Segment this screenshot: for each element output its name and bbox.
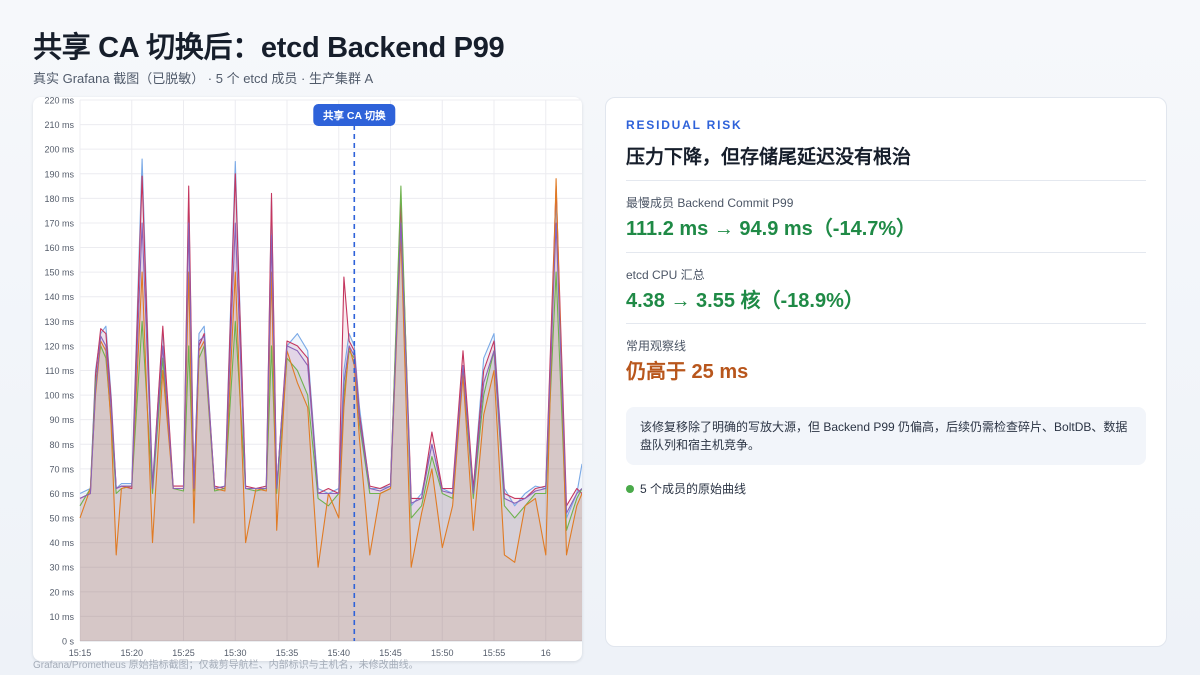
latency-chart: 0 s 10 ms 20 ms 30 ms 40 ms 50 ms 60 ms 70 ms 80… xyxy=(44,97,582,658)
metric-label-watch-line: 常用观察线 xyxy=(626,339,687,353)
metric-label-commit-p99: 最慢成员 Backend Commit P99 xyxy=(626,196,794,210)
metric-value-cpu: 4.38 → 3.55 核（-18.9%） xyxy=(626,290,864,312)
remediation-note: 该修复移除了明确的写放大源，但 Backend P99 仍偏高，后续仍需检查碎片… xyxy=(626,407,1146,465)
y-tick-label: 220 ms xyxy=(44,97,74,106)
x-tick-label: 16 xyxy=(541,648,551,658)
y-tick-label: 160 ms xyxy=(44,243,74,253)
y-tick-label: 210 ms xyxy=(44,120,74,130)
x-tick-label: 15:50 xyxy=(431,648,454,658)
y-tick-label: 180 ms xyxy=(44,194,74,204)
y-tick-label: 110 ms xyxy=(45,366,74,376)
x-tick-label: 15:55 xyxy=(483,648,506,658)
y-tick-label: 80 ms xyxy=(49,440,74,450)
y-tick-label: 130 ms xyxy=(44,317,74,327)
legend-label: 5 个成员的原始曲线 xyxy=(640,482,747,496)
page-title: 共享 CA 切换后：etcd Backend P99 xyxy=(33,32,505,64)
series-area xyxy=(80,223,582,641)
metric-label-cpu: etcd CPU 汇总 xyxy=(626,268,705,282)
y-tick-label: 90 ms xyxy=(49,415,74,425)
y-tick-label: 50 ms xyxy=(49,514,74,524)
y-tick-label: 40 ms xyxy=(49,538,74,548)
metric-value-commit-p99: 111.2 ms → 94.9 ms（-14.7%） xyxy=(626,218,917,240)
card-eyebrow: RESIDUAL RISK xyxy=(626,118,743,132)
y-tick-label: 60 ms xyxy=(49,489,74,499)
y-tick-label: 200 ms xyxy=(44,145,74,155)
y-axis: 0 s 10 ms 20 ms 30 ms 40 ms 50 ms 60 ms 70 ms 80… xyxy=(44,97,74,647)
y-tick-label: 140 ms xyxy=(44,292,74,302)
y-tick-label: 100 ms xyxy=(44,391,74,401)
y-tick-label: 30 ms xyxy=(49,563,74,573)
y-tick-label: 20 ms xyxy=(49,587,74,597)
y-tick-label: 120 ms xyxy=(44,341,74,351)
y-tick-label: 170 ms xyxy=(44,218,74,228)
y-tick-label: 190 ms xyxy=(44,169,74,179)
legend: 5 个成员的原始曲线 xyxy=(626,480,746,497)
chart-caption: Grafana/Prometheus 原始指标截图；仅裁剪导航栏、内部标识与主机… xyxy=(33,660,419,671)
page-subtitle: 真实 Grafana 截图（已脱敏） · 5 个 etcd 成员 · 生产集群 … xyxy=(33,71,374,86)
y-tick-label: 70 ms xyxy=(49,464,74,474)
residual-risk-card: RESIDUAL RISK 压力下降，但存储尾延迟没有根治 最慢成员 Backe… xyxy=(605,97,1167,647)
card-headline: 压力下降，但存储尾延迟没有根治 xyxy=(626,147,912,168)
metric-value-watch-line: 仍高于 25 ms xyxy=(626,361,749,383)
ca-switch-label: 共享 CA 切换 xyxy=(323,109,386,122)
legend-dot xyxy=(626,484,634,493)
y-tick-label: 150 ms xyxy=(44,268,74,278)
y-tick-label: 0 s xyxy=(62,637,75,647)
series-fills xyxy=(80,159,582,642)
divider xyxy=(626,180,1146,181)
y-tick-label: 10 ms xyxy=(49,612,74,622)
divider xyxy=(626,323,1146,324)
grafana-chart-panel: 0 s 10 ms 20 ms 30 ms 40 ms 50 ms 60 ms 70 ms 80… xyxy=(33,97,582,661)
divider xyxy=(626,252,1146,253)
